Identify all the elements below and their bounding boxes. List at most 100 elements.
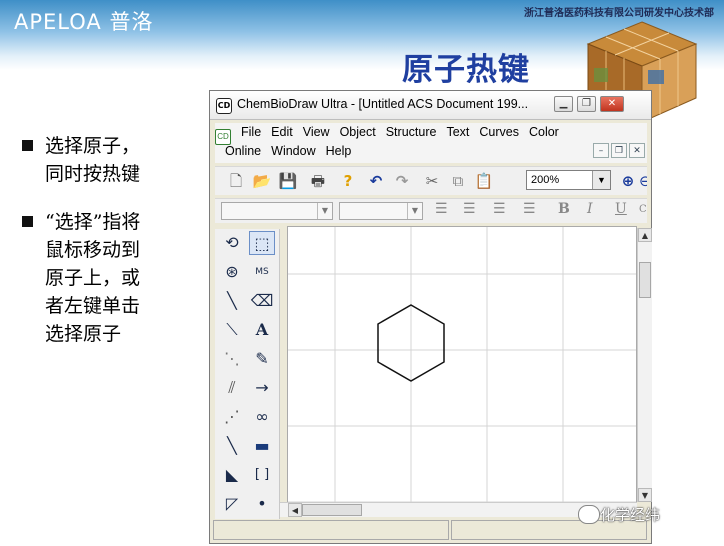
menu-file[interactable]: File (241, 125, 261, 139)
arrow-tool-icon[interactable]: → (249, 376, 275, 400)
menu-object[interactable]: Object (340, 125, 376, 139)
scroll-down-icon[interactable]: ▼ (638, 488, 652, 502)
company-name: 浙江普洛医药科技有限公司研发中心技术部 (524, 8, 714, 19)
minimize-icon: ▁ (559, 98, 568, 109)
chemdraw-app-icon[interactable]: CD (216, 98, 232, 114)
double-bond-tool-icon[interactable]: ⟍ (219, 318, 245, 342)
brackets-label: [ ] (254, 467, 270, 482)
document-icon[interactable]: CD (215, 129, 231, 145)
restore-button[interactable]: ❐ (577, 96, 596, 112)
bullet-text: “选择”指将 鼠标移动到 原子上，或 者左键单击 选择原子 (45, 211, 141, 345)
watermark-text: 化学经纬 (600, 506, 661, 524)
underline-button[interactable]: U (615, 201, 627, 217)
zoom-in-icon[interactable]: ⊕ (617, 170, 639, 192)
align-left-icon[interactable]: ☰ (435, 201, 448, 217)
bullet-text: 选择原子， 同时按热键 (45, 135, 141, 185)
drawing-elements-tool-icon[interactable]: ▬ (249, 434, 275, 458)
copy-icon[interactable]: ⧉ (447, 170, 469, 192)
open-folder-icon[interactable]: 📂 (251, 170, 273, 192)
lasso-tool-icon[interactable]: ⟲ (219, 231, 245, 255)
menu-window[interactable]: Window (271, 144, 315, 158)
brackets-tool-icon[interactable]: [ ] (249, 463, 275, 487)
orbital-tool-icon[interactable]: ∞ (249, 405, 275, 429)
chemical-format-button[interactable]: C (639, 204, 647, 215)
zoom-out-icon[interactable]: ⊖ (639, 170, 647, 192)
eraser-tool-icon[interactable]: ⌫ (249, 289, 275, 313)
menubar: CD File Edit View Object Structure Text Curves C… (215, 123, 647, 163)
doc-close-button[interactable]: ✕ (629, 143, 645, 158)
print-icon[interactable]: 🖶 (307, 170, 329, 192)
minimize-icon: – (598, 146, 604, 156)
doc-minimize-button[interactable]: – (593, 143, 609, 158)
bullet-item: “选择”指将 鼠标移动到 原子上，或 者左键单击 选择原子 (22, 208, 192, 348)
zoom-select[interactable]: 200% ▼ (526, 170, 611, 190)
company-logo: APELOA 普洛 (14, 10, 154, 34)
hashed-bond-tool-icon[interactable]: ⫽ (219, 376, 245, 400)
rotate-tool-icon[interactable]: ⊛ (219, 260, 245, 284)
window-title: ChemBioDraw Ultra - [Untitled ACS Docume… (237, 97, 529, 111)
horizontal-scroll-thumb[interactable] (302, 504, 362, 516)
redo-icon[interactable]: ↷ (391, 170, 413, 192)
dashed-bond-tool-icon[interactable]: ⋱ (219, 347, 245, 371)
close-icon: ✕ (607, 98, 617, 109)
scroll-up-icon[interactable]: ▲ (638, 228, 652, 242)
bullet-square-icon (22, 140, 33, 151)
chevron-down-icon[interactable]: ▼ (592, 171, 610, 189)
menu-view[interactable]: View (303, 125, 330, 139)
italic-button[interactable]: I (587, 201, 593, 217)
tool-palette: ⟲ ⬚ ⊛ MS ╲ ⌫ ⟍ A ⋱ ✎ ⫽ → ⋰ ∞ ╲ ▬ ◣ [ ] ◸… (215, 229, 280, 519)
mass-fragment-tool-icon[interactable]: MS (249, 260, 275, 284)
marquee-select-tool-icon[interactable]: ⬚ (249, 231, 275, 255)
align-center-icon[interactable]: ☰ (463, 201, 476, 217)
bullet-square-icon (22, 216, 33, 227)
menu-color[interactable]: Color (529, 125, 559, 139)
restore-icon: ❐ (582, 98, 591, 109)
align-right-icon[interactable]: ☰ (493, 201, 506, 217)
status-cell (213, 520, 449, 540)
menu-online[interactable]: Online (225, 144, 261, 158)
cut-icon[interactable]: ✂ (421, 170, 443, 192)
font-size-select[interactable]: ▼ (339, 202, 423, 220)
vertical-scroll-thumb[interactable] (639, 262, 651, 298)
save-icon[interactable]: 💾 (277, 170, 299, 192)
hollow-wedge-tool-icon[interactable]: ◸ (219, 492, 245, 516)
drawing-canvas[interactable] (287, 226, 637, 503)
menu-help[interactable]: Help (326, 144, 352, 158)
canvas-grid (288, 227, 636, 502)
bullet-list: 选择原子， 同时按热键 “选择”指将 鼠标移动到 原子上，或 者左键单击 选择原… (22, 132, 192, 368)
menu-structure[interactable]: Structure (386, 125, 437, 139)
justify-icon[interactable]: ☰ (523, 201, 536, 217)
doc-restore-button[interactable]: ❐ (611, 143, 627, 158)
font-select[interactable]: ▼ (221, 202, 333, 220)
paste-icon[interactable]: 📋 (473, 170, 495, 192)
hashed-wedge-tool-icon[interactable]: ⋰ (219, 405, 245, 429)
restore-icon: ❐ (614, 146, 624, 156)
close-icon: ✕ (633, 146, 641, 156)
bold-button[interactable]: B (558, 201, 570, 217)
menu-text[interactable]: Text (446, 125, 469, 139)
wedge-bond-tool-icon[interactable]: ◣ (219, 463, 245, 487)
chemical-symbol-tool-icon[interactable]: • (249, 492, 275, 516)
menu-curves[interactable]: Curves (479, 125, 519, 139)
text-format-toolbar: ▼ ▼ ☰ ☰ ☰ ☰ B I U C (215, 198, 647, 223)
menu-row-primary: CD File Edit View Object Structure Text Curves C… (215, 125, 569, 145)
menu-edit[interactable]: Edit (271, 125, 293, 139)
text-tool-icon[interactable]: A (249, 318, 275, 342)
scroll-left-icon[interactable]: ◀ (288, 503, 302, 517)
mass-label: MS (255, 267, 269, 277)
zoom-value: 200% (531, 174, 560, 186)
chevron-down-icon: ▼ (407, 203, 422, 219)
pen-tool-icon[interactable]: ✎ (249, 347, 275, 371)
undo-icon[interactable]: ↶ (365, 170, 387, 192)
text-tool-label: A (255, 320, 269, 339)
solid-bond-tool-icon[interactable]: ╲ (219, 289, 245, 313)
help-question-icon[interactable]: ? (337, 170, 359, 192)
chevron-down-icon: ▼ (317, 203, 332, 219)
window-titlebar[interactable]: CD ChemBioDraw Ultra - [Untitled ACS Doc… (210, 91, 651, 120)
minimize-button[interactable]: ▁ (554, 96, 573, 112)
watermark: 化学经纬 (578, 504, 661, 525)
new-document-icon[interactable]: 🗋 (225, 170, 247, 192)
close-button[interactable]: ✕ (600, 96, 624, 112)
vertical-scrollbar[interactable]: ▲ ▼ (637, 228, 652, 502)
bold-bond-tool-icon[interactable]: ╲ (219, 434, 245, 458)
